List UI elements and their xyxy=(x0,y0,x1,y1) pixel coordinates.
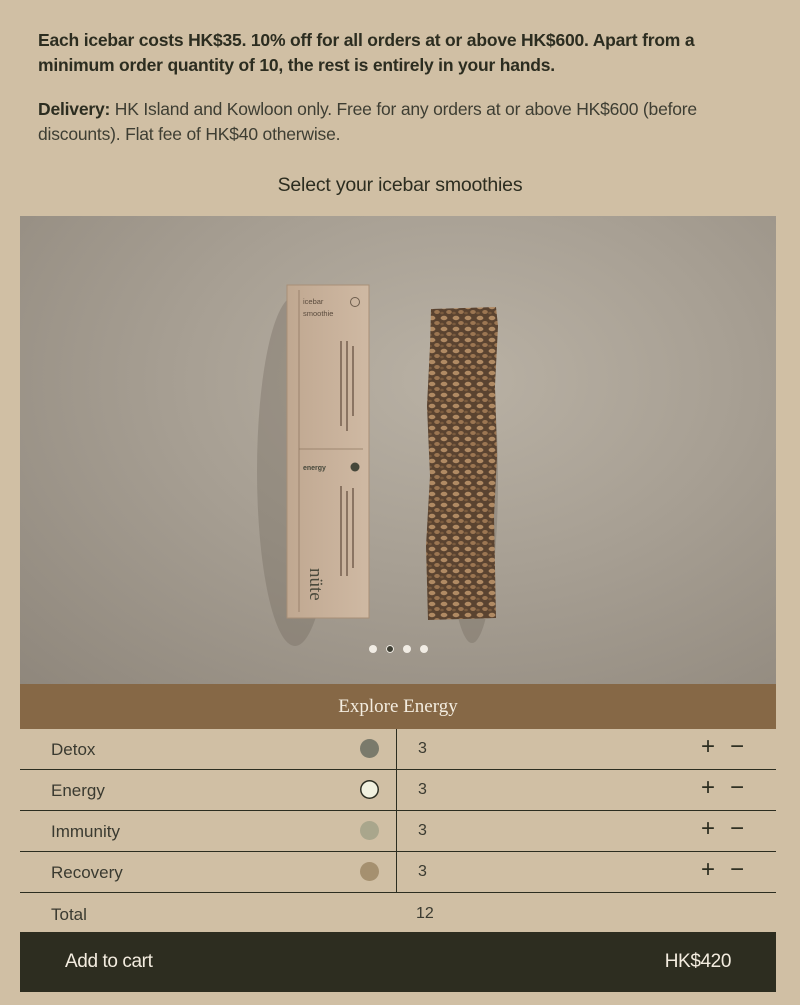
column-divider xyxy=(396,729,397,770)
column-divider xyxy=(396,852,397,893)
cart-price: HK$420 xyxy=(664,951,732,972)
add-to-cart-button[interactable]: Add to cart HK$420 xyxy=(20,932,776,992)
flavor-color-swatch xyxy=(360,739,379,758)
carousel-dot[interactable] xyxy=(402,645,411,653)
column-divider xyxy=(396,770,397,811)
flavor-quantity: 3 xyxy=(418,740,427,757)
flavor-row-energy: Energy 3 + − xyxy=(20,770,776,811)
decrease-recovery-button[interactable]: − xyxy=(727,858,747,882)
order-info: Each icebar costs HK$35. 10% off for all… xyxy=(38,28,738,146)
svg-text:energy: energy xyxy=(303,465,326,472)
flavor-name: Recovery xyxy=(51,863,123,882)
column-divider xyxy=(396,811,397,852)
delivery-label: Delivery: xyxy=(38,99,111,119)
carousel-dot[interactable] xyxy=(368,645,377,653)
flavor-color-swatch xyxy=(360,862,379,881)
flavor-color-swatch xyxy=(360,821,379,840)
carousel-dot[interactable] xyxy=(419,645,428,653)
svg-text:smoothie: smoothie xyxy=(303,309,333,318)
decrease-immunity-button[interactable]: − xyxy=(727,817,747,841)
increase-detox-button[interactable]: + xyxy=(698,735,718,759)
flavor-color-swatch xyxy=(360,780,379,799)
increase-recovery-button[interactable]: + xyxy=(698,858,718,882)
flavor-quantity: 3 xyxy=(418,863,427,880)
product-photo: icebar smoothie energy nüte xyxy=(257,284,498,646)
total-label: Total xyxy=(51,905,87,924)
increase-immunity-button[interactable]: + xyxy=(698,817,718,841)
flavor-row-detox: Detox 3 + − xyxy=(20,729,776,770)
flavor-quantity: 3 xyxy=(418,822,427,839)
explore-flavor-link[interactable]: Explore Energy xyxy=(20,684,776,729)
decrease-detox-button[interactable]: − xyxy=(727,735,747,759)
total-quantity: 12 xyxy=(416,905,434,922)
increase-energy-button[interactable]: + xyxy=(698,776,718,800)
total-row: Total 12 xyxy=(20,893,776,934)
delivery-info: Delivery: HK Island and Kowloon only. Fr… xyxy=(38,97,738,146)
decrease-energy-button[interactable]: − xyxy=(727,776,747,800)
carousel-dot-active[interactable] xyxy=(385,645,394,653)
flavor-row-recovery: Recovery 3 + − xyxy=(20,852,776,893)
svg-text:icebar: icebar xyxy=(303,297,324,306)
add-to-cart-label: Add to cart xyxy=(65,951,153,972)
flavor-quantity: 3 xyxy=(418,781,427,798)
flavor-name: Immunity xyxy=(51,822,120,841)
flavor-quantity-table: Detox 3 + − Energy 3 + − Immunity 3 + − … xyxy=(20,729,776,934)
pricing-text: Each icebar costs HK$35. 10% off for all… xyxy=(38,30,695,75)
flavor-name: Energy xyxy=(51,781,105,800)
product-carousel[interactable]: icebar smoothie energy nüte xyxy=(20,216,776,684)
section-title: Select your icebar smoothies xyxy=(277,174,523,196)
flavor-name: Detox xyxy=(51,740,96,759)
flavor-row-immunity: Immunity 3 + − xyxy=(20,811,776,852)
carousel-dots xyxy=(20,645,776,653)
svg-text:nüte: nüte xyxy=(305,568,326,601)
delivery-text: HK Island and Kowloon only. Free for any… xyxy=(38,99,697,144)
